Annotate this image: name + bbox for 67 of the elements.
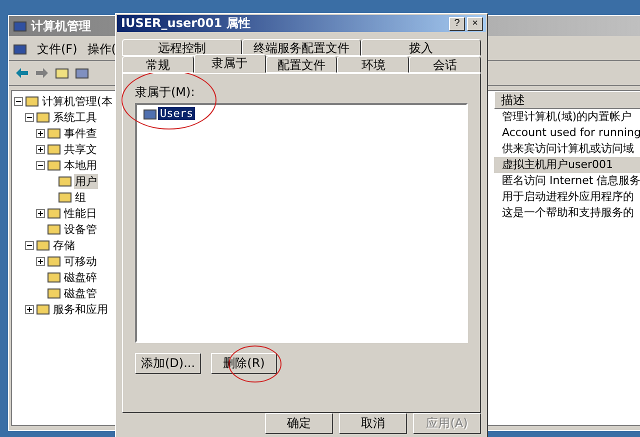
field-label: 隶属于(M): [135,84,196,101]
tab[interactable]: 环境 [337,56,410,73]
tab[interactable]: 配置文件 [266,56,338,73]
dialog-button[interactable]: 确定 [265,413,333,434]
folder-icon [58,191,72,203]
dialog-button[interactable]: 添加(D)... [135,353,201,374]
column-header[interactable]: 描述 [494,91,640,109]
tab[interactable]: 远程控制 [122,39,242,56]
help-button[interactable]: ? [449,16,465,30]
list-row[interactable]: 虚拟主机用户user001 [494,157,640,173]
tab[interactable]: 常规 [122,56,194,73]
list-row[interactable]: Account used for running [494,125,640,141]
list-row[interactable]: 管理计算机(域)的内置帐户 [494,109,640,125]
tab[interactable]: 隶属于 [194,54,266,73]
folder-icon [47,143,61,155]
expand-icon[interactable] [25,304,34,314]
folder-icon [36,239,50,251]
list-item[interactable]: Users [158,107,196,120]
tree-item[interactable]: 磁盘管 [63,286,98,300]
folder-icon [36,303,50,315]
window-title: 计算机管理 [31,18,91,34]
folder-icon [47,287,61,299]
expand-icon[interactable] [36,208,45,218]
collapse-icon[interactable] [14,96,23,106]
collapse-icon[interactable] [36,160,45,170]
collapse-icon[interactable] [25,112,34,122]
tree-item[interactable]: 组 [74,190,87,204]
tree-item[interactable]: 设备管 [63,222,98,236]
menu-item[interactable]: 操作( [87,40,116,58]
tree-item[interactable]: 可移动 [63,254,98,268]
folder-icon [58,175,72,187]
tree-item[interactable]: 系统工具 [52,110,98,124]
list-row[interactable]: 供来宾访问计算机或访问域 [494,141,640,157]
folder-icon [47,207,61,219]
tree-item[interactable]: 事件查 [63,126,98,140]
expand-icon[interactable] [36,256,45,266]
back-arrow-icon[interactable] [15,67,29,79]
menu-item[interactable]: 文件(F) [37,40,78,58]
folder-icon [47,159,61,171]
folder-icon [47,255,61,267]
dialog-title: IUSER_user001 属性 [121,15,250,32]
folder-icon [47,127,61,139]
tree-item[interactable]: 计算机管理(本 [41,94,114,108]
close-button[interactable]: × [467,16,483,30]
tree-item[interactable]: 存储 [52,238,76,252]
folder-icon [36,111,50,123]
tree-item[interactable]: 用户 [74,174,98,188]
collapse-icon[interactable] [25,240,34,250]
dialog-button[interactable]: 取消 [339,413,407,434]
tree-item[interactable]: 磁盘碎 [63,270,98,284]
tab[interactable]: 终端服务配置文件 [242,39,362,56]
expand-icon[interactable] [36,128,45,138]
folder-icon [47,223,61,235]
tree-item[interactable]: 服务和应用 [52,302,109,316]
member-list[interactable]: Users [135,103,468,343]
expand-icon[interactable] [36,144,45,154]
tree-item[interactable]: 本地用 [63,158,98,172]
list-row[interactable]: 这是一个帮助和支持服务的 [494,205,640,221]
tree-item[interactable]: 性能日 [63,206,98,220]
list-row[interactable]: 用于启动进程外应用程序的 [494,189,640,205]
folder-icon [47,271,61,283]
tree-item[interactable]: 共享文 [63,142,98,156]
forward-arrow-icon[interactable] [35,67,49,79]
tab[interactable]: 拨入 [361,39,482,56]
list-row[interactable]: 匿名访问 Internet 信息服务 [494,173,640,189]
folder-icon [25,95,39,107]
tab[interactable]: 会话 [409,56,481,73]
